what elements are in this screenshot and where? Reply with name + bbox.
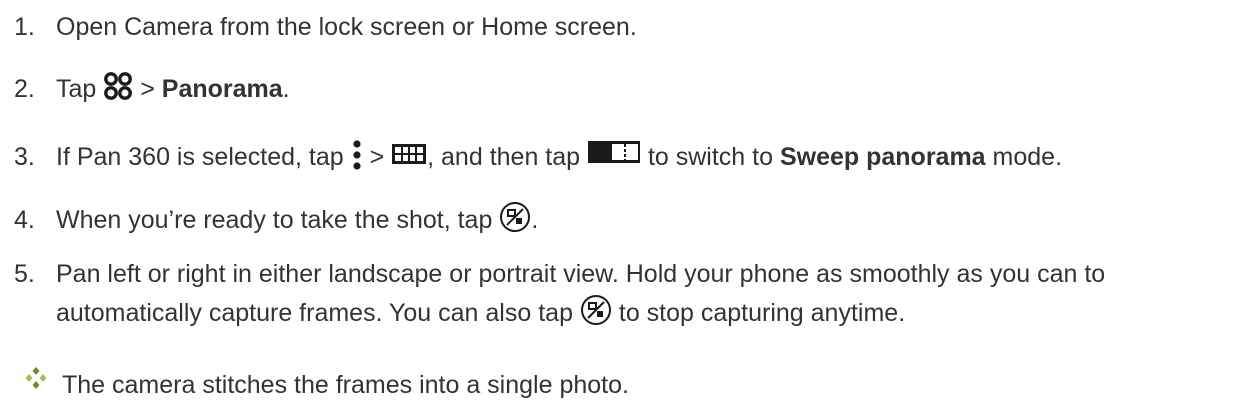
more-vert-icon <box>351 139 363 171</box>
step-number: 4. <box>14 206 35 234</box>
step-text: Open Camera from the lock screen or Home… <box>56 13 637 41</box>
modes-icon <box>103 71 133 101</box>
bold-term: Sweep panorama <box>779 143 986 171</box>
step-number: 1. <box>14 13 35 41</box>
panorama-shutter-icon <box>580 294 612 326</box>
step-number: 5. <box>14 260 35 288</box>
step-text: When you’re ready to take the shot, tap <box>56 206 493 234</box>
step-text: Pan left or right in either landscape or… <box>56 260 1106 288</box>
bold-term: Panorama <box>161 75 283 103</box>
result-text: The camera stitches the frames into a si… <box>62 371 629 399</box>
sweep-toggle-icon <box>587 140 641 164</box>
step-text: Tap <box>56 75 97 103</box>
panorama-shutter-icon <box>499 201 531 233</box>
step-number: 2. <box>14 75 35 103</box>
panorama-mode-icon <box>391 141 427 167</box>
step-text: automatically capture frames. You can al… <box>56 299 573 327</box>
step-number: 3. <box>14 143 35 171</box>
step-text: If Pan 360 is selected, tap <box>56 143 344 171</box>
diamond-bullet-icon <box>24 366 48 390</box>
step-5-continued: automatically capture frames. You can al… <box>56 295 905 330</box>
step-text: > <box>133 75 162 103</box>
result-note: The camera stitches the frames into a si… <box>25 367 1218 400</box>
